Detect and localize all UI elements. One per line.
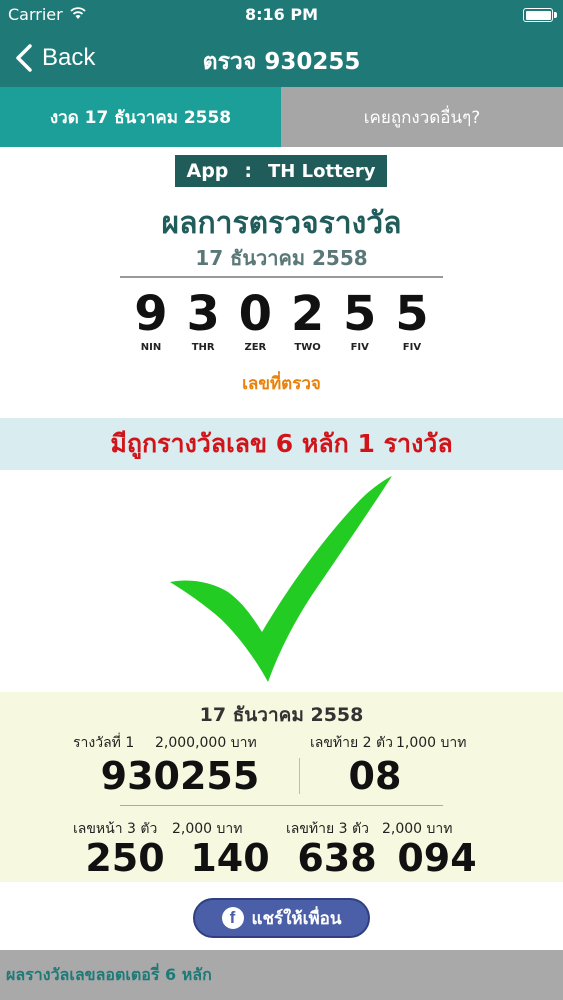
digit: 9 NIN <box>129 288 173 358</box>
digit-number: 3 <box>186 286 220 342</box>
status-bar: Carrier 8:16 PM <box>0 0 563 30</box>
nav-bar: Back ตรวจ 930255 <box>0 30 563 87</box>
app-name: TH Lottery <box>268 160 376 182</box>
last3-number: 638 <box>297 836 377 880</box>
digit-word: THR <box>191 342 215 353</box>
app-label: App <box>186 160 229 182</box>
page-title: ตรวจ 930255 <box>202 49 361 75</box>
prize-summary: 17 ธันวาคม 2558 รางวัลที่ 1 2,000,000 บา… <box>0 692 563 882</box>
digit-word: NIN <box>140 342 162 353</box>
checked-number-label: เลขที่ตรวจ <box>242 374 321 394</box>
digit-number: 5 <box>343 286 377 342</box>
digit-number: 0 <box>238 286 273 342</box>
last2-number: 08 <box>348 754 402 798</box>
tab-other-draws[interactable]: เคยถูกงวดอื่นๆ? <box>281 87 563 147</box>
draw-date: 17 ธันวาคม 2558 <box>195 246 368 270</box>
digit-number: 9 <box>134 286 168 342</box>
digit-word: ZER <box>244 342 267 353</box>
tab-bar: งวด 17 ธันวาคม 2558 เคยถูกงวดอื่นๆ? <box>0 87 563 147</box>
first-prize-amount: 2,000,000 บาท <box>155 735 257 751</box>
digit-word: FIV <box>402 342 422 353</box>
digit-number: 5 <box>395 286 429 342</box>
first-prize-number: 930255 <box>100 754 260 798</box>
digit: 2 TWO <box>286 288 330 358</box>
last2-label: เลขท้าย 2 ตัว <box>310 735 393 751</box>
front3-number: 140 <box>190 836 270 880</box>
vertical-divider <box>299 758 300 794</box>
digit: 3 THR <box>181 288 225 358</box>
digit: 5 FIV <box>390 288 434 358</box>
tab-current-draw[interactable]: งวด 17 ธันวาคม 2558 <box>0 87 281 147</box>
share-label: แชร์ให้เพื่อน <box>251 908 342 929</box>
share-facebook-button[interactable]: f แชร์ให้เพื่อน <box>193 898 370 938</box>
divider <box>120 805 443 806</box>
last3-number: 094 <box>397 836 477 880</box>
clock: 8:16 PM <box>244 5 318 24</box>
first-prize-label: รางวัลที่ 1 <box>73 735 135 751</box>
app-badge: App : TH Lottery <box>175 155 387 187</box>
battery-icon <box>523 8 557 22</box>
digit-word: FIV <box>350 342 369 353</box>
result-banner: มีถูกรางวัลเลข 6 หลัก 1 รางวัล <box>0 418 563 470</box>
digit: 5 FIV <box>338 288 382 358</box>
facebook-icon: f <box>221 907 244 929</box>
digit: 0 ZER <box>233 288 277 358</box>
digit-number: 2 <box>290 286 325 342</box>
badge-separator: : <box>244 160 253 182</box>
last2-amount: 1,000 บาท <box>396 735 467 751</box>
divider <box>120 276 443 278</box>
prize-date: 17 ธันวาคม 2558 <box>199 704 364 726</box>
ticket-digits: 9 NIN 3 THR 0 ZER 2 TWO 5 FIV 5 FIV <box>129 288 434 358</box>
digit-word: TWO <box>294 342 321 353</box>
front3-number: 250 <box>85 836 165 880</box>
result-heading: ผลการตรวจรางวัล <box>161 206 402 241</box>
checkmark-icon <box>170 476 392 682</box>
footer-bar[interactable]: ผลรางวัลเลขลอตเตอรี่ 6 หลัก <box>0 950 563 1000</box>
